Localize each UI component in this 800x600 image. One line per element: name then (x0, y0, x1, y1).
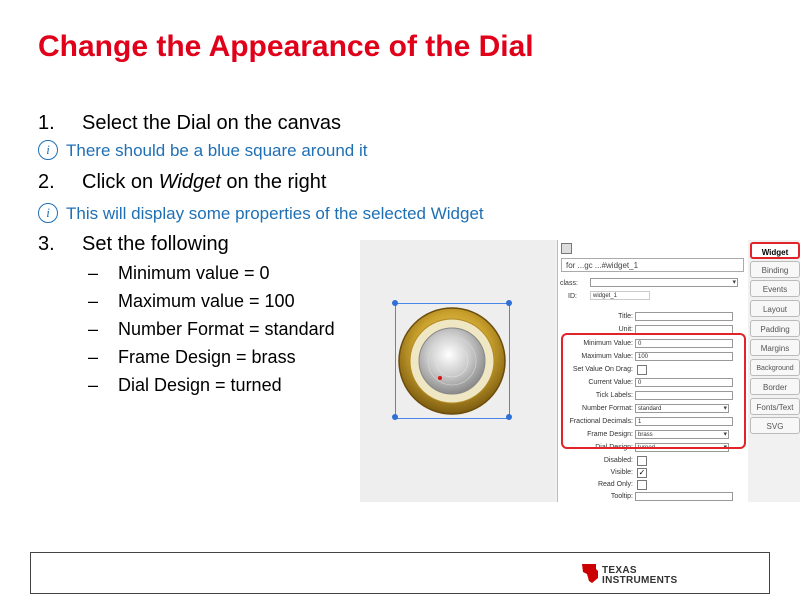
highlight-frame (561, 333, 746, 449)
step-text-italic: Widget (158, 171, 221, 193)
property-tabs: Widget Binding Events Layout Padding Mar… (750, 240, 800, 502)
resize-handle[interactable] (506, 414, 512, 420)
note-2: i This will display some properties of th… (38, 202, 484, 225)
id-value[interactable]: widget_1 (590, 291, 650, 300)
field-label: Disabled: (603, 457, 633, 464)
note-text: This will display some properties of the… (66, 204, 484, 223)
tab-border[interactable]: Border (750, 378, 800, 395)
tab-background[interactable]: Background (750, 359, 800, 376)
visible-checkbox[interactable]: ✓ (637, 468, 647, 478)
widget-path: for ...gc ...#widget_1 (561, 258, 744, 272)
selection-box (395, 303, 510, 419)
step-text: Select the Dial on the canvas (82, 112, 342, 134)
field-label: Tooltip: (610, 493, 633, 500)
info-icon: i (38, 202, 58, 223)
step-1: 1. Select the Dial on the canvas (38, 112, 341, 135)
info-icon: i (38, 139, 58, 160)
dash-bullet: – (88, 263, 99, 283)
tab-fonts-text[interactable]: Fonts/Text (750, 398, 800, 415)
note-1: i There should be a blue square around it (38, 139, 368, 162)
ti-logo-line2: INSTRUMENTS (602, 575, 678, 586)
setting-item: – Minimum value = 0 (88, 263, 270, 284)
setting-item: – Number Format = standard (88, 319, 335, 340)
dash-bullet: – (88, 291, 99, 311)
tab-padding[interactable]: Padding (750, 320, 800, 337)
resize-handle[interactable] (506, 300, 512, 306)
step-text-before: Click on (82, 171, 159, 193)
note-text: There should be a blue square around it (66, 141, 368, 160)
step-3: 3. Set the following (38, 233, 229, 256)
step-number: 3. (38, 233, 55, 255)
resize-handle[interactable] (392, 300, 398, 306)
setting-text: Number Format = standard (118, 319, 335, 339)
setting-item: – Frame Design = brass (88, 347, 296, 368)
designer-screenshot: for ...gc ...#widget_1 class: ID: widget… (360, 240, 800, 502)
dash-bullet: – (88, 319, 99, 339)
setting-item: – Dial Design = turned (88, 375, 282, 396)
resize-handle[interactable] (392, 414, 398, 420)
setting-text: Frame Design = brass (118, 347, 296, 367)
tab-margins[interactable]: Margins (750, 339, 800, 356)
title-input[interactable] (635, 312, 733, 321)
tab-binding[interactable]: Binding (750, 261, 800, 278)
panel-icon (561, 243, 572, 254)
step-2: 2. Click on Widget on the right (38, 171, 326, 194)
design-canvas (360, 240, 555, 502)
setting-item: – Maximum value = 100 (88, 291, 295, 312)
class-select[interactable] (590, 278, 738, 287)
field-label: Visible: (610, 469, 633, 476)
field-label: ID: (568, 293, 577, 300)
step-number: 1. (38, 112, 55, 134)
tooltip-input[interactable] (635, 492, 733, 501)
field-label: Title: (618, 313, 633, 320)
field-label: class: (560, 280, 578, 287)
tab-events[interactable]: Events (750, 280, 800, 297)
ti-logo-text: TEXAS INSTRUMENTS (602, 566, 678, 586)
slide-title: Change the Appearance of the Dial (38, 30, 534, 63)
tab-layout[interactable]: Layout (750, 300, 800, 317)
read-only-checkbox[interactable] (637, 480, 647, 490)
step-number: 2. (38, 171, 55, 193)
dash-bullet: – (88, 375, 99, 395)
disabled-checkbox[interactable] (637, 456, 647, 466)
field-label: Unit: (618, 326, 633, 333)
setting-text: Minimum value = 0 (118, 263, 270, 283)
tab-widget[interactable]: Widget (750, 242, 800, 259)
step-text: Set the following (82, 233, 229, 255)
setting-text: Maximum value = 100 (118, 291, 295, 311)
ti-logo-icon (582, 564, 598, 583)
field-label: Read Only: (597, 481, 633, 488)
setting-text: Dial Design = turned (118, 375, 282, 395)
step-text-after: on the right (220, 171, 327, 193)
tab-svg[interactable]: SVG (750, 417, 800, 434)
dash-bullet: – (88, 347, 99, 367)
